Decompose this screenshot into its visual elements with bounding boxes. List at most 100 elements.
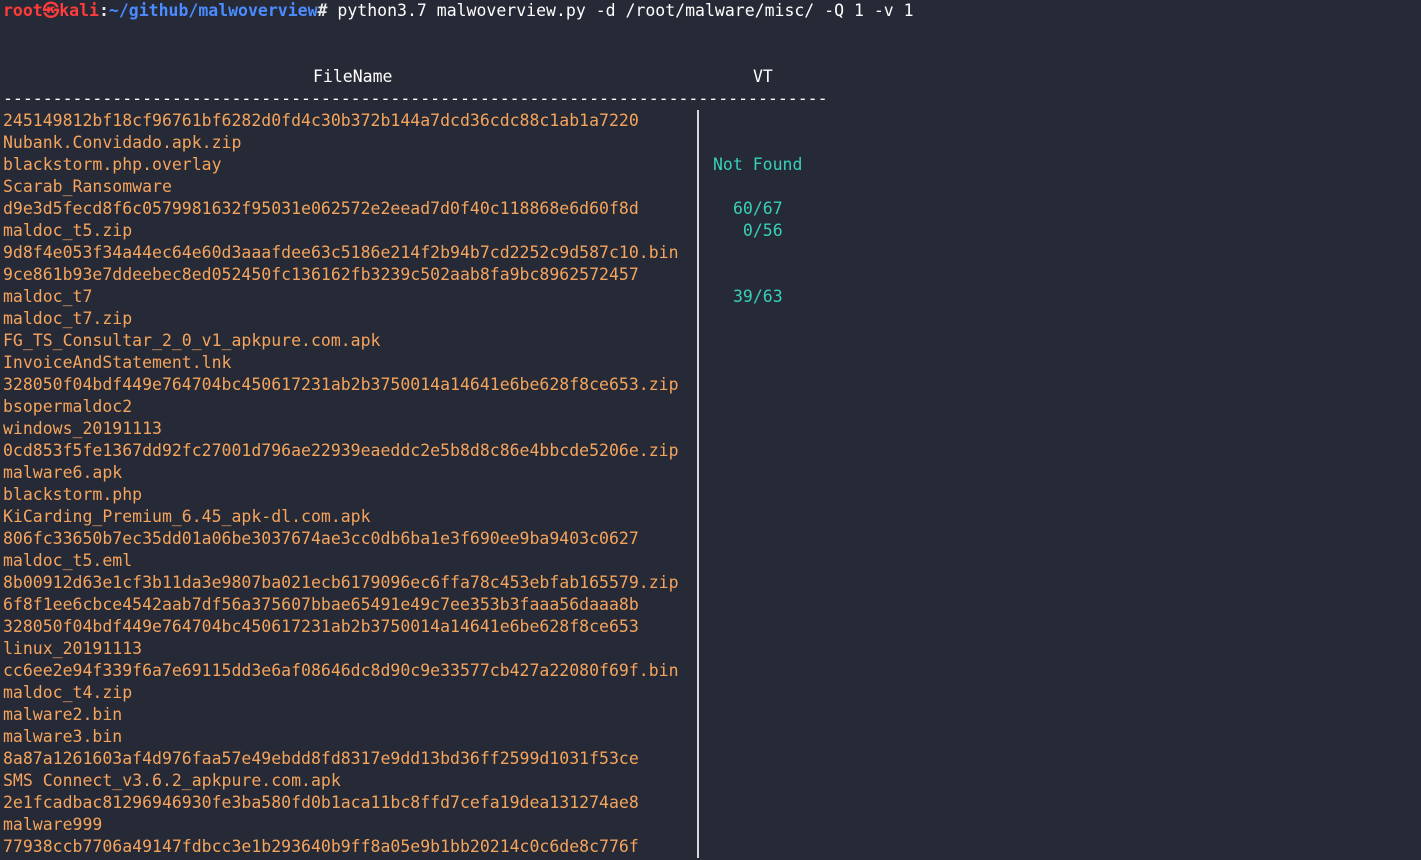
table-row: maldoc_t7.zip [0,308,1421,330]
filename-cell: maldoc_t7 [3,287,93,306]
column-divider [697,462,699,484]
column-divider [697,638,699,660]
table-row: 806fc33650b7ec35dd01a06be3037674ae3cc0db… [0,528,1421,550]
header-filename: FileName [313,67,393,86]
column-divider [697,440,699,462]
filename-cell: malware2.bin [3,705,123,724]
filename-cell: 0cd853f5fe1367dd92fc27001d796ae22939eaed… [3,441,679,460]
table-row: malware3.bin [0,726,1421,748]
filename-cell: malware999 [3,815,103,834]
filename-cell: 9ce861b93e7ddeebec8ed052450fc136162fb323… [3,265,639,284]
filename-cell: 8a87a1261603af4d976faa57e49ebdd8fd8317e9… [3,749,639,768]
filename-cell: 245149812bf18cf96761bf6282d0fd4c30b372b1… [3,111,639,130]
filename-cell: FG_TS_Consultar_2_0_v1_apkpure.com.apk [3,331,381,350]
filename-cell: blackstorm.php.overlay [3,155,222,174]
filename-cell: windows_20191113 [3,419,162,438]
filename-cell: bsopermaldoc2 [3,397,133,416]
table-row: Nubank.Convidado.apk.zip [0,132,1421,154]
column-divider [697,418,699,440]
filename-cell: 6f8f1ee6cbce4542aab7df56a375607bbae65491… [3,595,639,614]
filename-cell: d9e3d5fecd8f6c0579981632f95031e062572e2e… [3,199,639,218]
filename-cell: KiCarding_Premium_6.45_apk-dl.com.apk [3,507,371,526]
column-divider [697,660,699,682]
command-text: python3.7 malwoverview.py -d /root/malwa… [337,1,914,20]
filename-cell: Nubank.Convidado.apk.zip [3,133,242,152]
header-vt: VT [753,67,773,86]
filename-cell: 77938ccb7706a49147fdbcc3e1b293640b9ff8a0… [3,837,639,856]
table-row: maldoc_t7 39/63 [0,286,1421,308]
vt-result-cell: 39/63 [733,287,783,306]
column-divider [697,220,699,242]
table-row: malware6.apk [0,462,1421,484]
table-row: 77938ccb7706a49147fdbcc3e1b293640b9ff8a0… [0,836,1421,858]
table-row: 0cd853f5fe1367dd92fc27001d796ae22939eaed… [0,440,1421,462]
filename-cell: SMS Connect_v3.6.2_apkpure.com.apk [3,771,341,790]
results-table: 245149812bf18cf96761bf6282d0fd4c30b372b1… [0,110,1421,858]
table-row: bsopermaldoc2 [0,396,1421,418]
filename-cell: malware6.apk [3,463,123,482]
column-divider [697,814,699,836]
column-divider [697,264,699,286]
table-row: windows_20191113 [0,418,1421,440]
table-row: 9d8f4e053f34a44ec64e60d3aaafdee63c5186e2… [0,242,1421,264]
filename-cell: blackstorm.php [3,485,143,504]
filename-cell: 9d8f4e053f34a44ec64e60d3aaafdee63c5186e2… [3,243,679,262]
table-row: 328050f04bdf449e764704bc450617231ab2b375… [0,374,1421,396]
filename-cell: maldoc_t5.eml [3,551,133,570]
column-divider [697,132,699,154]
table-row: 9ce861b93e7ddeebec8ed052450fc136162fb323… [0,264,1421,286]
filename-cell: malware3.bin [3,727,123,746]
prompt-colon: : [98,1,109,20]
filename-cell: Scarab_Ransomware [3,177,172,196]
vt-result-cell: 60/67 [733,199,783,218]
filename-cell: 328050f04bdf449e764704bc450617231ab2b375… [3,617,639,636]
header-separator: ----------------------------------------… [3,89,828,108]
table-row: 6f8f1ee6cbce4542aab7df56a375607bbae65491… [0,594,1421,616]
table-row: blackstorm.php [0,484,1421,506]
prompt-user-host: root㉿kali [3,1,99,20]
column-divider [697,110,699,132]
prompt-symbol: # [317,1,338,20]
table-row: 8b00912d63e1cf3b11da3e9807ba021ecb617909… [0,572,1421,594]
column-divider [697,792,699,814]
filename-cell: InvoiceAndStatement.lnk [3,353,232,372]
column-divider [697,682,699,704]
column-divider [697,572,699,594]
table-row: 2e1fcadbac81296946930fe3ba580fd0b1aca11b… [0,792,1421,814]
column-divider [697,484,699,506]
filename-cell: maldoc_t4.zip [3,683,133,702]
column-divider [697,198,699,220]
column-divider [697,506,699,528]
filename-cell: cc6ee2e94f339f6a7e69115dd3e6af08646dc8d9… [3,661,679,680]
table-row: 328050f04bdf449e764704bc450617231ab2b375… [0,616,1421,638]
column-divider [697,330,699,352]
command-prompt-line: root㉿kali:~/github/malwoverview# python3… [3,0,914,22]
filename-cell: 806fc33650b7ec35dd01a06be3037674ae3cc0db… [3,529,639,548]
table-row: cc6ee2e94f339f6a7e69115dd3e6af08646dc8d9… [0,660,1421,682]
column-divider [697,748,699,770]
column-divider [697,154,699,176]
table-row: KiCarding_Premium_6.45_apk-dl.com.apk [0,506,1421,528]
column-divider [697,704,699,726]
column-divider [697,396,699,418]
column-divider [697,770,699,792]
column-divider [697,550,699,572]
filename-cell: linux_20191113 [3,639,143,658]
column-divider [697,308,699,330]
table-row: FG_TS_Consultar_2_0_v1_apkpure.com.apk [0,330,1421,352]
table-row: malware2.bin [0,704,1421,726]
column-divider [697,836,699,858]
filename-cell: 328050f04bdf449e764704bc450617231ab2b375… [3,375,679,394]
table-row: SMS Connect_v3.6.2_apkpure.com.apk [0,770,1421,792]
terminal-window[interactable]: root㉿kali:~/github/malwoverview# python3… [0,0,1421,860]
filename-cell: maldoc_t7.zip [3,309,133,328]
column-divider [697,286,699,308]
column-divider [697,528,699,550]
table-row: d9e3d5fecd8f6c0579981632f95031e062572e2e… [0,198,1421,220]
column-divider [697,352,699,374]
column-divider [697,616,699,638]
filename-cell: maldoc_t5.zip [3,221,133,240]
table-row: linux_20191113 [0,638,1421,660]
table-row: malware999 [0,814,1421,836]
table-row: Scarab_Ransomware [0,176,1421,198]
